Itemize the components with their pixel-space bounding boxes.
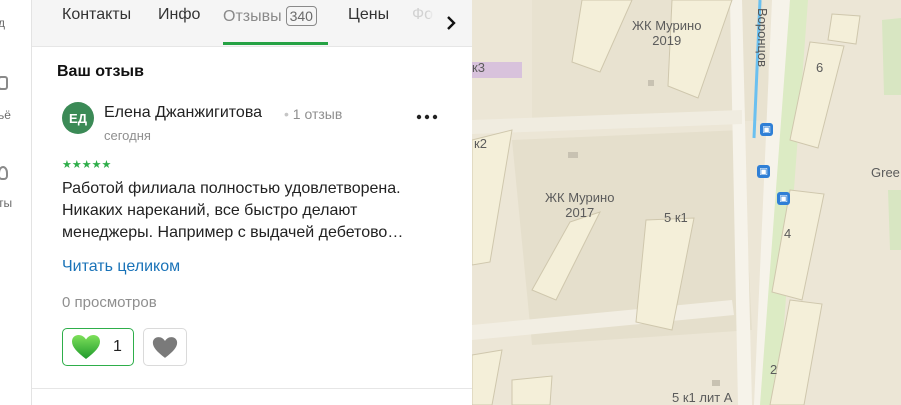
avatar[interactable]: ЕД	[62, 102, 94, 134]
rail-pin-icon[interactable]	[0, 166, 8, 180]
rail-fragment-1: д	[0, 16, 5, 30]
map-street-vorontsov: Воронцов	[755, 8, 770, 67]
map-label-zk2019-name: ЖК Мурино	[632, 18, 702, 33]
rail-fragment-2: ьё	[0, 108, 11, 122]
map-label-5k1: 5 к1	[664, 210, 688, 225]
chevron-right-icon	[447, 16, 456, 30]
review-date: сегодня	[104, 128, 151, 143]
tab-reviews-label: Отзывы	[223, 8, 282, 25]
author-review-count: 1 отзыв	[284, 106, 343, 122]
tab-bar: Контакты Инфо Отзывы 340 Цены Фо	[32, 0, 472, 47]
views-count: 0 просмотров	[62, 294, 157, 311]
tab-info[interactable]: Инфо	[158, 6, 200, 24]
bus-stop-icon[interactable]: ▣	[757, 165, 770, 178]
review-text: Работой филиала полностью удовлетворена.…	[62, 180, 404, 241]
map-view[interactable]: ЖК Мурино 2019 ЖК Мурино 2017 5 к1 6 4 2 G…	[472, 0, 901, 405]
map-label-6: 6	[816, 60, 824, 75]
bus-stop-icon[interactable]: ▣	[777, 192, 790, 205]
rating-stars: ★★★★★	[62, 159, 112, 171]
rail-doc-icon[interactable]	[0, 76, 8, 90]
panel-divider	[32, 388, 472, 389]
like-count: 1	[113, 338, 122, 355]
left-rail: д ьё ты	[0, 0, 32, 405]
map-label-bottom: 5 к1 лит А	[672, 390, 733, 405]
tab-contacts[interactable]: Контакты	[62, 6, 131, 24]
heart-icon	[152, 336, 178, 358]
map-label-zk2017-year: 2017	[565, 205, 595, 220]
rail-fragment-3: ты	[0, 196, 13, 210]
reviews-count-badge: 340	[285, 6, 317, 26]
green-heart-icon	[72, 335, 100, 359]
tabs-next-button[interactable]	[430, 0, 472, 46]
read-more-link[interactable]: Читать целиком	[62, 258, 180, 276]
organization-panel: Контакты Инфо Отзывы 340 Цены Фо Ваш отзы…	[32, 0, 473, 405]
tab-prices[interactable]: Цены	[348, 6, 389, 24]
more-options-button[interactable]	[414, 104, 440, 130]
author-name[interactable]: Елена Джанжигитова	[104, 104, 262, 122]
bus-stop-icon[interactable]: ▣	[760, 123, 773, 136]
map-label-2: 2	[770, 362, 778, 377]
map-label-zk2019-year: 2019	[652, 33, 682, 48]
map-label-k2: к2	[474, 136, 487, 151]
favorite-button[interactable]	[143, 328, 187, 366]
map-label-zk2019[interactable]: ЖК Мурино 2019	[632, 18, 701, 48]
map-label-k3: к3	[472, 60, 485, 75]
map-label-zk2017[interactable]: ЖК Мурино 2017	[545, 190, 614, 220]
tab-reviews[interactable]: Отзывы 340	[223, 6, 317, 26]
map-label-green: Gree	[871, 165, 900, 180]
map-label-4: 4	[784, 226, 792, 241]
your-review-title: Ваш отзыв	[57, 63, 144, 80]
active-tab-indicator	[223, 42, 328, 45]
map-canvas	[472, 0, 901, 405]
more-dots-icon	[416, 114, 438, 120]
like-button[interactable]: 1	[62, 328, 134, 366]
map-label-zk2017-name: ЖК Мурино	[545, 190, 615, 205]
